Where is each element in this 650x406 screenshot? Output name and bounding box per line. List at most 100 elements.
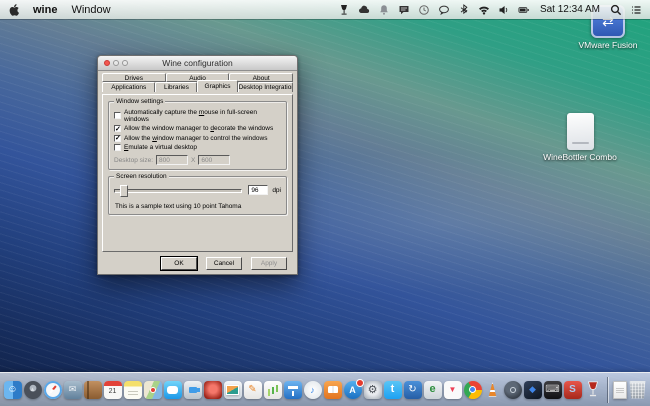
window-titlebar[interactable]: Wine configuration — [98, 56, 297, 71]
checkbox-automatically-capture-the-mouse-in[interactable]: Automatically capture the mouse in full-… — [114, 109, 281, 123]
window-body: DrivesAudioAbout ApplicationsLibrariesGr… — [98, 71, 297, 274]
wine-configuration-window: Wine configuration DrivesAudioAbout Appl… — [97, 55, 298, 275]
desktop-width-input — [156, 155, 188, 165]
dock-pocket[interactable] — [444, 381, 462, 399]
dock-sync-app[interactable] — [404, 381, 422, 399]
dock-steam[interactable] — [504, 381, 522, 399]
dock-photo-booth[interactable] — [204, 381, 222, 399]
dock-finder[interactable] — [4, 381, 22, 399]
apply-button: Apply — [251, 257, 287, 270]
dock-twitter[interactable] — [384, 381, 402, 399]
menu-clock[interactable]: Sat 12:34 AM — [540, 4, 600, 15]
battery-icon[interactable] — [518, 4, 530, 16]
dock-separator — [607, 377, 608, 403]
dock-wine[interactable] — [584, 381, 602, 399]
dock-app-store[interactable] — [344, 381, 362, 399]
checkbox-box[interactable] — [114, 144, 121, 151]
tab-strip: DrivesAudioAbout ApplicationsLibrariesGr… — [102, 73, 293, 94]
close-button[interactable] — [104, 60, 110, 66]
zoom-button[interactable] — [122, 60, 128, 66]
dock-safari[interactable] — [44, 381, 62, 399]
dock-iphoto[interactable] — [224, 381, 242, 399]
wifi-icon[interactable] — [478, 4, 490, 16]
checkbox-label: Allow the window manager to control the … — [124, 135, 267, 142]
sample-text: This is a sample text using 10 point Tah… — [115, 203, 280, 210]
bluetooth-icon[interactable] — [458, 4, 470, 16]
dock-type2phone[interactable] — [544, 381, 562, 399]
tab-about[interactable]: About — [229, 73, 293, 82]
checkbox-label: Allow the window manager to decorate the… — [124, 125, 273, 132]
dock-system-preferences[interactable] — [364, 381, 382, 399]
dock-evernote[interactable] — [424, 381, 442, 399]
wine-glass-icon[interactable] — [338, 4, 350, 16]
cancel-button[interactable]: Cancel — [206, 257, 242, 270]
dock-launchpad[interactable] — [24, 381, 42, 399]
dock — [0, 372, 650, 406]
speech-bubble-icon[interactable] — [438, 4, 450, 16]
dock-vlc[interactable] — [484, 381, 502, 399]
checkbox-emulate-a-virtual-desktop[interactable]: Emulate a virtual desktop — [114, 144, 281, 151]
tab-desktop-integration[interactable]: Desktop Integration — [238, 82, 293, 92]
group-title: Window settings — [114, 98, 165, 106]
winebottler-disk-icon — [567, 113, 594, 150]
minimize-button[interactable] — [113, 60, 119, 66]
dock-trash[interactable] — [629, 381, 647, 399]
dock-pages[interactable] — [244, 381, 262, 399]
checkbox-label: Automatically capture the mouse in full-… — [124, 109, 281, 123]
checkbox-box[interactable] — [114, 112, 121, 119]
slider-thumb[interactable] — [120, 185, 128, 197]
menu-bar-left: wine Window — [8, 3, 111, 17]
desktop-height-input — [198, 155, 230, 165]
tab-libraries[interactable]: Libraries — [155, 82, 197, 92]
dock-documents-stack[interactable] — [613, 381, 627, 399]
screen-resolution-group: Screen resolution dpi This is a sample t… — [108, 176, 287, 215]
dock-facetime[interactable] — [184, 381, 202, 399]
notification-center-icon[interactable] — [630, 4, 642, 16]
checkbox-allow-the-window-manager-to-decora[interactable]: Allow the window manager to decorate the… — [114, 125, 281, 132]
dock-itunes[interactable] — [304, 381, 322, 399]
desktop-icon-label: VMware Fusion — [572, 40, 644, 50]
dock-modeling-app[interactable] — [524, 381, 542, 399]
dock-keynote[interactable] — [284, 381, 302, 399]
dock-notes[interactable] — [124, 381, 142, 399]
dialog-buttons: OK Cancel Apply — [152, 257, 287, 270]
dock-messages[interactable] — [164, 381, 182, 399]
dock-chrome[interactable] — [464, 381, 482, 399]
checkbox-box[interactable] — [114, 125, 121, 132]
dock-mail[interactable] — [64, 381, 82, 399]
group-title: Screen resolution — [114, 173, 169, 181]
desktop-icon-winebottler-combo[interactable]: WineBottler Combo — [543, 113, 617, 162]
dpi-input[interactable] — [248, 185, 268, 195]
times-label: X — [191, 157, 195, 164]
graphics-tab-panel: Window settings Automatically capture th… — [102, 94, 293, 252]
menu-window[interactable]: Window — [71, 4, 110, 16]
checkbox-allow-the-window-manager-to-contro[interactable]: Allow the window manager to control the … — [114, 135, 281, 142]
app-menu-wine[interactable]: wine — [33, 4, 57, 16]
ok-button[interactable]: OK — [161, 257, 197, 270]
tab-applications[interactable]: Applications — [102, 82, 155, 92]
clock-icon[interactable] — [418, 4, 430, 16]
checkbox-label: Emulate a virtual desktop — [124, 144, 197, 151]
volume-icon[interactable] — [498, 4, 510, 16]
window-settings-group: Window settings Automatically capture th… — [108, 101, 287, 170]
tab-drives[interactable]: Drives — [102, 73, 166, 82]
dock-numbers[interactable] — [264, 381, 282, 399]
spotlight-icon[interactable] — [610, 4, 622, 16]
dock-maps[interactable] — [144, 381, 162, 399]
dock-screen-recorder[interactable] — [564, 381, 582, 399]
dpi-label: dpi — [272, 187, 281, 194]
chat-icon[interactable] — [398, 4, 410, 16]
dock-contacts[interactable] — [84, 381, 102, 399]
dpi-slider-row: dpi — [114, 184, 281, 196]
dock-ibooks[interactable] — [324, 381, 342, 399]
dock-calendar[interactable] — [104, 381, 122, 399]
slider-track — [114, 189, 242, 193]
desktop: wine Window Sat 12:34 AM ⇄ VMware Fusion… — [0, 0, 650, 406]
tab-graphics[interactable]: Graphics — [197, 80, 237, 92]
cloud-icon[interactable] — [358, 4, 370, 16]
apple-menu-icon[interactable] — [8, 3, 21, 17]
desktop-size-row: Desktop size: X — [114, 155, 281, 165]
checkbox-box[interactable] — [114, 135, 121, 142]
bell-icon[interactable] — [378, 4, 390, 16]
dpi-slider[interactable] — [114, 184, 242, 196]
